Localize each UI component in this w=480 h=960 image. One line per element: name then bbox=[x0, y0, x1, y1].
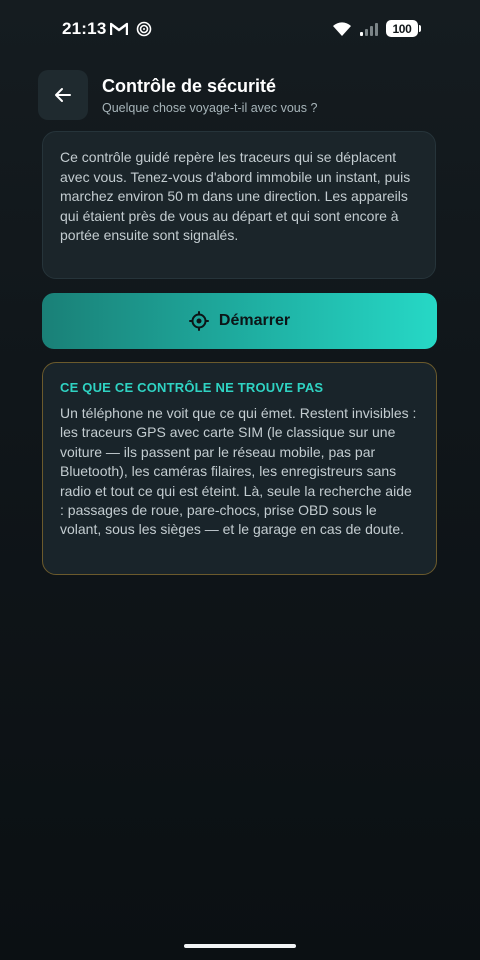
page-subtitle: Quelque chose voyage-t-il avec vous ? bbox=[102, 101, 318, 115]
crosshair-icon bbox=[188, 311, 209, 331]
wifi-icon bbox=[333, 21, 351, 36]
info-text: Ce contrôle guidé repère les traceurs qu… bbox=[60, 149, 411, 244]
page-title: Contrôle de sécurité bbox=[102, 76, 277, 96]
notification-icons bbox=[110, 21, 152, 37]
info-card: Ce contrôle guidé repère les traceurs qu… bbox=[42, 131, 436, 279]
limitations-text: Un téléphone ne voit que ce qui émet. Re… bbox=[60, 405, 417, 538]
battery-indicator: 100 bbox=[386, 20, 421, 37]
start-button[interactable]: Démarrer bbox=[42, 293, 437, 349]
arrow-left-icon bbox=[55, 88, 71, 102]
status-time: 21:13 bbox=[62, 19, 107, 38]
sync-icon bbox=[136, 21, 152, 37]
status-right: 100 bbox=[332, 20, 421, 37]
battery-level: 100 bbox=[392, 21, 412, 36]
limitations-title: CE QUE CE CONTRÔLE NE TROUVE PAS bbox=[60, 380, 324, 395]
home-indicator[interactable] bbox=[184, 944, 296, 948]
start-button-label: Démarrer bbox=[218, 312, 291, 329]
signal-icon bbox=[360, 22, 378, 36]
limitations-card: CE QUE CE CONTRÔLE NE TROUVE PAS Un télé… bbox=[42, 362, 437, 575]
back-button[interactable] bbox=[38, 70, 88, 120]
gmail-icon bbox=[110, 22, 128, 35]
status-bar: 21:13 100 bbox=[0, 0, 480, 60]
